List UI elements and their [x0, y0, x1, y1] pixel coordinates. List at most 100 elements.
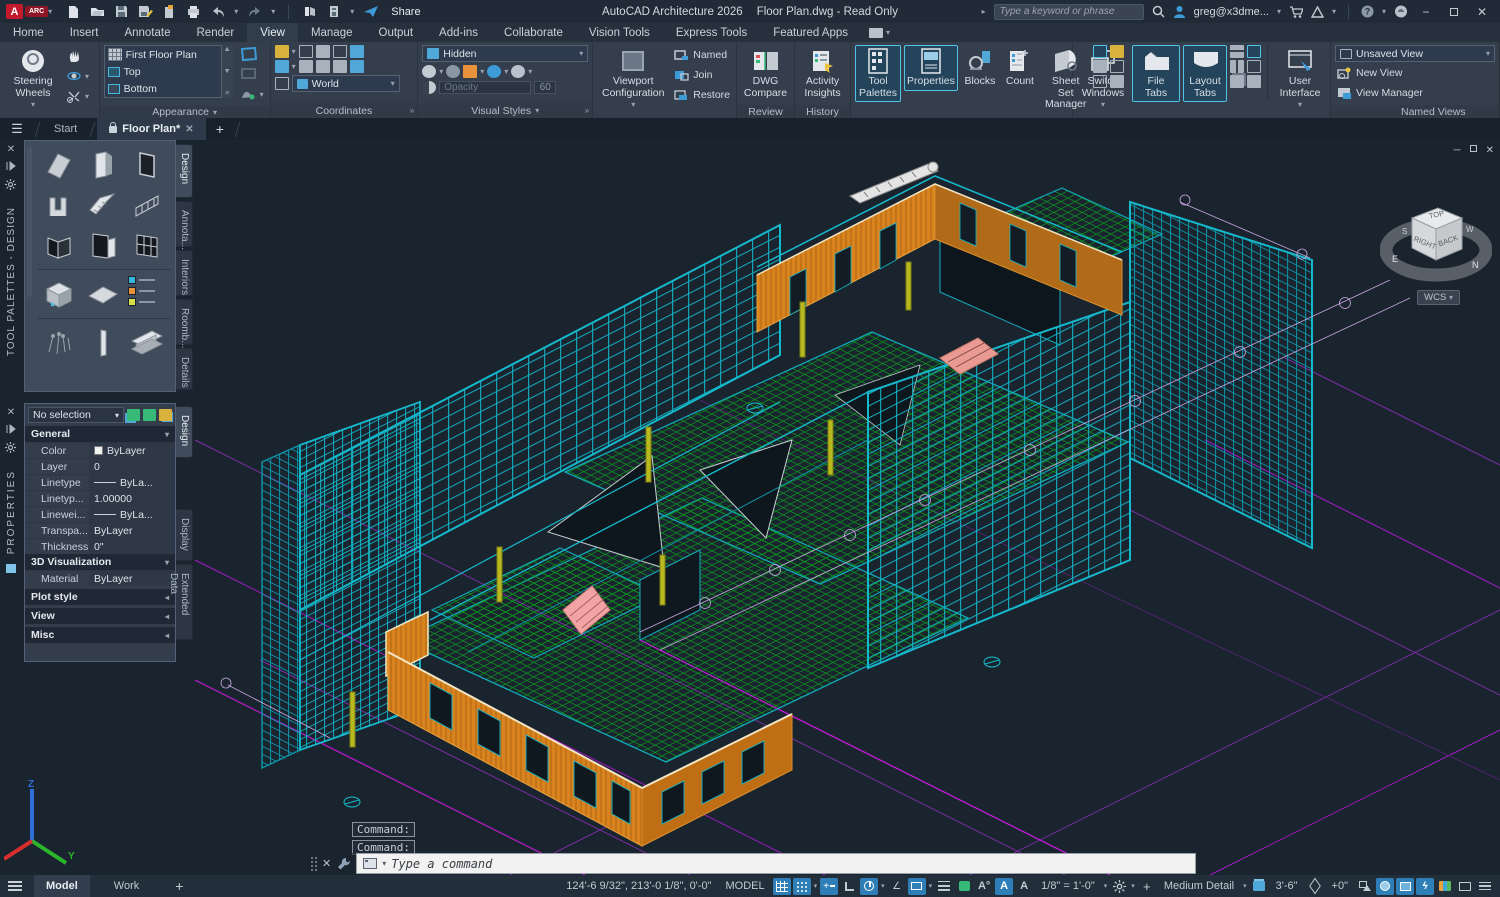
palette-tab-details[interactable]: Details	[176, 348, 193, 390]
annotation-scale-icon[interactable]: A	[1015, 878, 1033, 895]
app-logo[interactable]: A	[6, 4, 23, 19]
tool-door[interactable]	[84, 147, 122, 183]
view-list-item-bottom[interactable]: Bottom	[105, 80, 221, 97]
tool-corner-window[interactable]	[40, 227, 78, 263]
restore-viewports-button[interactable]: Restore	[672, 86, 732, 104]
ucs-x-icon[interactable]	[299, 60, 313, 73]
workspace-icon[interactable]	[302, 5, 317, 19]
help-caret[interactable]: ▾	[1382, 7, 1386, 16]
prop-row-layer[interactable]: Layer0	[25, 458, 175, 474]
app-menu-caret[interactable]: ▾	[48, 7, 52, 16]
new-drawing-tab-button[interactable]: +	[206, 118, 234, 140]
opacity-value[interactable]: 60	[534, 81, 556, 94]
zoom-extents-button[interactable]: ▾	[65, 87, 91, 105]
file-tab-close-icon[interactable]: ✕	[185, 124, 193, 135]
ucs-object-icon[interactable]	[350, 45, 364, 58]
signed-in-user[interactable]: greg@x3dme...	[1194, 6, 1269, 18]
graphics-performance-icon[interactable]	[1376, 878, 1394, 895]
transparency-icon[interactable]	[955, 878, 973, 895]
select-objects-icon[interactable]	[143, 409, 156, 421]
orbit-button[interactable]: ▾	[65, 67, 91, 85]
snap-mode-icon[interactable]	[793, 878, 811, 895]
join-viewports-button[interactable]: Join	[672, 66, 732, 84]
activity-insights-button[interactable]: Activity Insights	[799, 45, 846, 102]
new-view-button[interactable]: New View	[1335, 64, 1405, 82]
tool-palettes-properties-icon[interactable]	[5, 179, 17, 191]
panel-label-coordinates[interactable]: Coordinates»	[271, 103, 418, 118]
viewport-lock-icon[interactable]	[238, 45, 266, 63]
cart-icon[interactable]	[1289, 6, 1303, 18]
drawing-canvas[interactable]: ─ ✕ E N S W TOP RIGHT BACK WCS ▾ Command…	[0, 140, 1500, 875]
markup-palette-icon[interactable]	[1110, 60, 1124, 73]
prop-row-transparency[interactable]: Transpa...ByLayer	[25, 522, 175, 538]
polar-caret[interactable]: ▾	[880, 882, 886, 890]
object-snap-icon[interactable]	[908, 878, 926, 895]
file-tabs-button[interactable]: File Tabs	[1132, 45, 1180, 102]
vs-sphere2-icon[interactable]	[446, 65, 460, 78]
face-style-icon[interactable]: ▾	[238, 85, 266, 103]
detail-level[interactable]: Medium Detail	[1158, 880, 1240, 892]
cursor-coordinates[interactable]: 124'-6 9/32", 213'-0 1/8", 0'-0"	[560, 880, 717, 892]
section-3d-visualization[interactable]: 3D Visualization▾	[25, 554, 175, 570]
viewport-clip-icon[interactable]	[238, 65, 266, 83]
quick-select-icon[interactable]	[127, 409, 140, 421]
panel-label-history[interactable]: History	[795, 105, 850, 118]
tool-sprinkler[interactable]	[40, 325, 78, 361]
new-layout-button[interactable]: +	[163, 875, 195, 897]
undo-caret[interactable]: ▾	[234, 7, 238, 16]
drawing-minimize-icon[interactable]: ─	[1454, 145, 1461, 156]
ucs-y-icon[interactable]	[316, 60, 330, 73]
polar-tracking-icon[interactable]	[860, 878, 878, 895]
viewport-configuration-button[interactable]: Viewport Configuration▾	[597, 45, 669, 114]
snap-caret[interactable]: ▾	[813, 882, 819, 890]
restore-button[interactable]	[1444, 5, 1464, 19]
close-button[interactable]: ✕	[1472, 5, 1492, 19]
redo-caret[interactable]: ▾	[271, 7, 275, 16]
file-tab-start[interactable]: Start	[42, 118, 89, 140]
ucs-icon[interactable]	[275, 45, 289, 58]
tile-horizontal-icon[interactable]	[1230, 45, 1244, 58]
layer-palette-icon[interactable]	[1093, 60, 1107, 73]
ucs-origin-icon[interactable]	[316, 45, 330, 58]
tool-palettes-button[interactable]: Tool Palettes	[855, 45, 901, 102]
tool-roof-slab[interactable]	[84, 276, 122, 312]
command-bar[interactable]: ✕ ▾ Type a command	[310, 853, 1196, 874]
user-interface-button[interactable]: User Interface▾	[1274, 45, 1326, 114]
fullscreen-icon[interactable]	[1456, 878, 1474, 895]
wcs-menu[interactable]: WCS ▾	[1417, 290, 1460, 305]
qat-customize-caret[interactable]: ▾	[350, 7, 354, 16]
status-bar-toggle-icon[interactable]	[1247, 45, 1261, 58]
properties-close-icon[interactable]: ✕	[5, 406, 17, 418]
clean-screen-icon[interactable]	[1247, 75, 1261, 88]
model-space-toggle[interactable]: MODEL	[719, 880, 770, 892]
tool-stair[interactable]	[84, 187, 122, 223]
grid-display-icon[interactable]	[773, 878, 791, 895]
layout-menu-icon[interactable]	[8, 881, 22, 891]
tool-space-legend[interactable]	[128, 276, 155, 312]
elevation-value[interactable]: 3'-6"	[1270, 880, 1304, 892]
tool-door-assembly[interactable]	[84, 227, 122, 263]
prop-row-linetype[interactable]: Linetype ByLa...	[25, 474, 175, 490]
palette-tab-roombook[interactable]: Roomb...	[176, 299, 193, 345]
lineweight-display-icon[interactable]	[935, 878, 953, 895]
prop-row-thickness[interactable]: Thickness0"	[25, 538, 175, 554]
view-cube[interactable]: E N S W TOP RIGHT BACK	[1380, 188, 1492, 298]
properties-tab-design[interactable]: Design	[176, 406, 193, 458]
status-customization-icon[interactable]	[1476, 878, 1494, 895]
ribbon-tab-output[interactable]: Output	[366, 23, 427, 42]
properties-button[interactable]: Properties	[904, 45, 958, 91]
visual-style-combo[interactable]: Hidden▾	[422, 45, 588, 62]
pan-button[interactable]	[65, 47, 91, 65]
redo-icon[interactable]	[247, 5, 262, 19]
recent-commands-caret[interactable]: ▾	[382, 859, 386, 868]
properties-tab-display[interactable]: Display	[176, 509, 193, 561]
vs-materials-icon[interactable]	[463, 65, 477, 78]
view-list[interactable]: First Floor Plan Top Bottom	[104, 45, 222, 98]
tool-space[interactable]	[40, 276, 78, 312]
steering-wheels-button[interactable]: Steering Wheels▾	[4, 45, 62, 114]
gear-caret[interactable]: ▾	[1130, 882, 1136, 890]
panel-label-visual-styles[interactable]: Visual Styles▾»	[418, 103, 592, 118]
reference-palette-icon[interactable]	[1110, 45, 1124, 58]
isolate-objects-icon[interactable]	[1356, 878, 1374, 895]
ribbon-tab-manage[interactable]: Manage	[298, 23, 366, 42]
